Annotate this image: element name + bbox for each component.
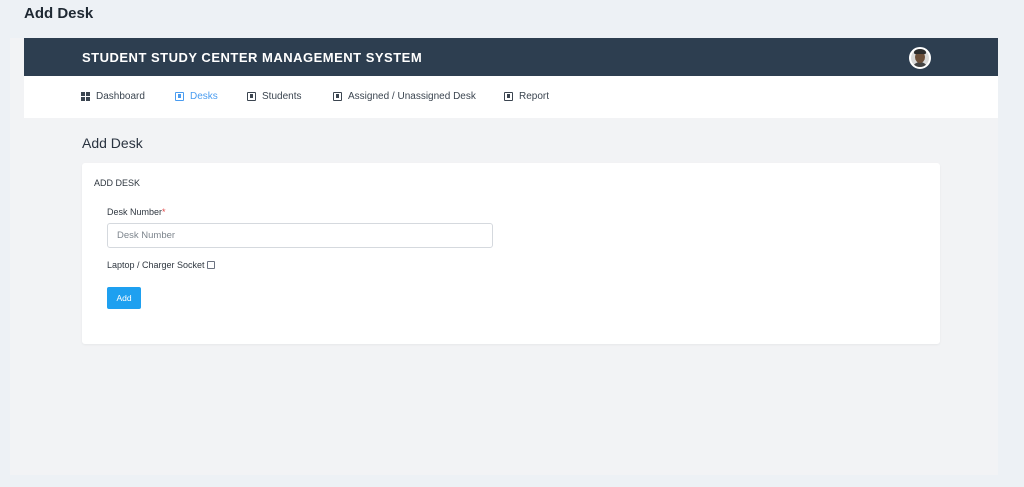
nav-item-students[interactable]: Students (247, 91, 301, 102)
nav-item-label: Desks (190, 91, 218, 102)
book-icon (175, 92, 184, 101)
page-title: Add Desk (82, 135, 143, 151)
nav-item-label: Students (262, 91, 302, 102)
laptop-socket-checkbox[interactable] (206, 261, 215, 269)
document-title: Add Desk (24, 5, 94, 22)
nav-item-label: Dashboard (96, 91, 145, 102)
user-avatar-icon[interactable] (909, 47, 931, 69)
dashboard-grid-icon (81, 92, 90, 101)
top-header: STUDENT STUDY CENTER MANAGEMENT SYSTEM (24, 38, 998, 76)
nav-item-assigned-unassigned-desk[interactable]: Assigned / Unassigned Desk (333, 91, 476, 102)
app-brand-title: STUDENT STUDY CENTER MANAGEMENT SYSTEM (82, 50, 423, 65)
book-icon (333, 92, 342, 101)
desk-number-label: Desk Number* (107, 207, 166, 217)
app-frame: STUDENT STUDY CENTER MANAGEMENT SYSTEM D… (10, 38, 998, 475)
nav-item-report[interactable]: Report (504, 91, 549, 102)
laptop-socket-row: Laptop / Charger Socket (107, 260, 215, 270)
book-icon (247, 92, 256, 101)
nav-item-label: Assigned / Unassigned Desk (348, 91, 476, 102)
desk-number-input[interactable] (107, 223, 493, 248)
book-icon (504, 92, 513, 101)
add-desk-form-card: ADD DESK Desk Number* Laptop / Charger S… (82, 163, 940, 344)
card-title: ADD DESK (94, 178, 141, 188)
desk-number-label-text: Desk Number (107, 207, 163, 217)
main-nav: Dashboard Desks Students Assigned / Unas… (24, 76, 998, 118)
laptop-socket-label: Laptop / Charger Socket (107, 260, 205, 270)
nav-item-label: Report (519, 91, 550, 102)
nav-item-dashboard[interactable]: Dashboard (81, 91, 145, 102)
add-button[interactable]: Add (107, 287, 141, 309)
required-marker: * (162, 207, 166, 217)
nav-item-desks[interactable]: Desks (175, 91, 218, 102)
